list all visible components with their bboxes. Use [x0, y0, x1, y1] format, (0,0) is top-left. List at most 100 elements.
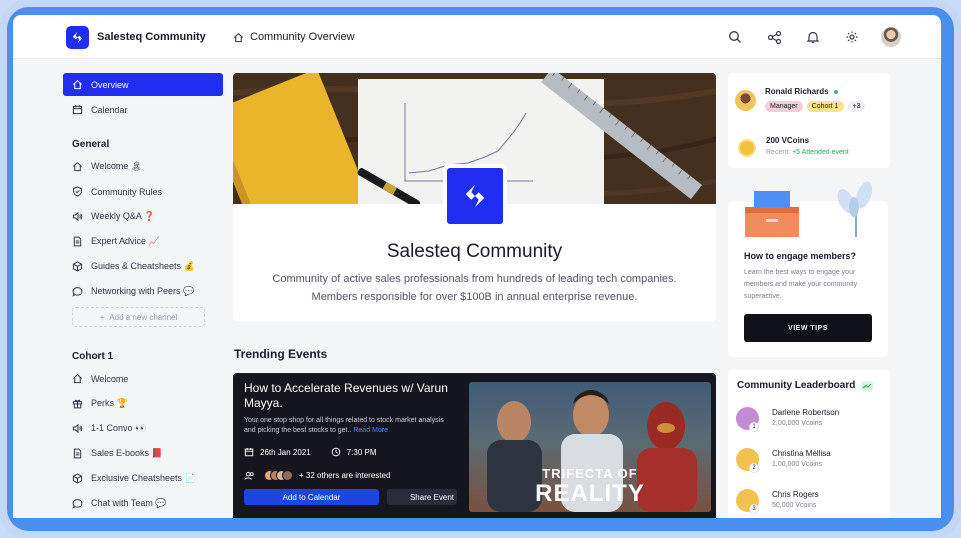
share-event-button[interactable]: Share Event [387, 489, 457, 505]
engage-illustration [745, 181, 873, 237]
sidebar-item-convo[interactable]: 1-1 Convo 👀 [63, 417, 223, 440]
sidebar-item-expert-advice[interactable]: Expert Advice 📈 [63, 230, 223, 253]
gift-icon [72, 398, 83, 409]
sidebar-section-cohort: Cohort 1 [72, 350, 114, 362]
document-icon [72, 448, 83, 459]
leaderboard-row[interactable]: 2 Christina Mellisa 1,00,000 Vcoins [736, 445, 886, 475]
event-poster[interactable]: TRIFECTA OF REALITY [469, 382, 711, 512]
leader-name: Chris Rogers [772, 490, 819, 499]
leaderboard-row[interactable]: 1 Darlene Robertson 2,00,000 Vcoins [736, 404, 886, 434]
event-title[interactable]: How to Accelerate Revenues w/ Varun Mayy… [244, 381, 454, 411]
leaderboard-title-text: Community Leaderboard [737, 380, 856, 391]
people-icon [244, 471, 254, 480]
sidebar-item-community-rules[interactable]: Community Rules [63, 180, 223, 203]
community-title: Salesteq Community [386, 241, 563, 262]
sidebar-item-cohort-welcome[interactable]: Welcome [63, 367, 223, 390]
box-icon [72, 261, 83, 272]
poster-title-line2: REALITY [535, 480, 645, 507]
interested-avatars [261, 470, 293, 481]
recent-value: +5 Attended event [792, 149, 849, 156]
leaderboard-title: Community Leaderboard [737, 380, 874, 391]
brand-logo[interactable] [66, 26, 89, 49]
app-screen: Salesteq Community Community Overview Ov… [13, 15, 941, 518]
sidebar: Overview Calendar General Welcome 🏝 Comm… [63, 73, 223, 517]
coin-icon [738, 139, 756, 157]
rank-badge: 1 [749, 422, 759, 432]
profile-name[interactable]: Ronald Richards [765, 87, 838, 96]
sidebar-item-label: 1-1 Convo 👀 [91, 423, 147, 433]
sidebar-item-guides[interactable]: Guides & Cheatsheets 💰 [63, 255, 223, 278]
engage-title: How to engage members? [744, 251, 857, 261]
sidebar-item-label: Weekly Q&A ❓ [91, 211, 156, 221]
shield-icon [72, 186, 83, 197]
sidebar-item-label: Chat with Team 💬 [91, 498, 167, 508]
avatar [282, 470, 293, 481]
trending-up-icon [861, 380, 874, 391]
rank-badge: 2 [749, 463, 759, 473]
sidebar-item-networking[interactable]: Networking with Peers 💬 [63, 280, 223, 303]
recent-label: Recent: [766, 149, 791, 156]
settings-button[interactable] [842, 27, 862, 47]
sidebar-item-weekly-qa[interactable]: Weekly Q&A ❓ [63, 205, 223, 228]
sidebar-item-label: Exclusive Cheatsheets 📄 [91, 473, 196, 483]
event-description: Your one stop shop for all things relate… [244, 416, 454, 436]
leader-vcoins: 2,00,000 Vcoins [772, 420, 823, 427]
leader-name: Darlene Robertson [772, 408, 840, 417]
plus-icon: + [99, 312, 105, 322]
sidebar-item-label: Networking with Peers 💬 [91, 286, 195, 296]
breadcrumb[interactable]: Community Overview [233, 31, 355, 43]
read-more-link[interactable]: Read More [353, 427, 388, 434]
avatar[interactable] [735, 90, 756, 111]
notifications-button[interactable] [803, 27, 823, 47]
clock-icon [331, 447, 341, 457]
home-icon [72, 373, 83, 384]
profile-tags: Manager Cohort 1 +3 [765, 101, 866, 112]
leader-vcoins: 1,00,000 Vcoins [772, 461, 823, 468]
cohort-badge: Cohort 1 [806, 101, 844, 112]
leaderboard-row[interactable]: 3 Chris Rogers 50,000 Vcoins [736, 486, 886, 516]
community-logo [443, 164, 507, 228]
megaphone-icon [72, 423, 83, 434]
event-time: 7:30 PM [346, 447, 377, 457]
share-button[interactable] [764, 27, 784, 47]
search-button[interactable] [725, 27, 745, 47]
sidebar-item-overview[interactable]: Overview [63, 73, 223, 96]
leaderboard-card: Community Leaderboard 1 Darlene Robertso… [728, 370, 890, 518]
sidebar-item-exclusive[interactable]: Exclusive Cheatsheets 📄 [63, 467, 223, 490]
user-avatar[interactable] [881, 27, 901, 47]
leader-vcoins: 50,000 Vcoins [772, 502, 817, 509]
sidebar-item-ebooks[interactable]: Sales E-books 📕 [63, 442, 223, 465]
event-interested: + 32 others are interested [244, 470, 390, 481]
sidebar-item-chat-team[interactable]: Chat with Team 💬 [63, 492, 223, 515]
poster-title-line1: TRIFECTA OF [542, 466, 638, 481]
more-tags-badge[interactable]: +3 [847, 101, 866, 112]
add-channel-button[interactable]: + Add a new channel [72, 307, 205, 327]
online-status-dot [833, 89, 838, 94]
sidebar-item-welcome[interactable]: Welcome 🏝 [63, 155, 223, 178]
gear-icon [846, 31, 858, 43]
recent-activity: Recent: +5 Attended event [766, 149, 849, 156]
top-bar: Salesteq Community Community Overview [13, 15, 941, 59]
rank-badge: 3 [749, 504, 759, 514]
event-meta: 26th Jan 2021 7:30 PM [244, 447, 377, 457]
section-title-trending-events: Trending Events [234, 347, 328, 361]
search-icon [729, 31, 741, 43]
logo-icon [72, 31, 83, 44]
community-description: Community of active sales professionals … [272, 273, 677, 303]
leader-name: Christina Mellisa [772, 449, 831, 458]
sidebar-item-label: Overview [91, 79, 129, 90]
sidebar-item-calendar[interactable]: Calendar [63, 98, 223, 121]
engage-description: Learn the best ways to engage your membe… [744, 269, 858, 300]
document-icon [72, 236, 83, 247]
sidebar-item-perks[interactable]: Perks 🏆 [63, 392, 223, 415]
home-icon [72, 79, 83, 90]
box-icon [72, 473, 83, 484]
event-card[interactable]: How to Accelerate Revenues w/ Varun Mayy… [233, 373, 716, 518]
profile-card: Ronald Richards Manager Cohort 1 +3 200 … [728, 73, 890, 168]
community-hero-card: Salesteq Community Community of active s… [233, 73, 716, 321]
add-to-calendar-button[interactable]: Add to Calendar [244, 489, 379, 505]
sidebar-item-label: Calendar [91, 104, 128, 115]
view-tips-button[interactable]: VIEW TIPS [744, 314, 872, 342]
interested-count: + 32 others are interested [299, 471, 391, 480]
brand-name[interactable]: Salesteq Community [97, 31, 206, 43]
